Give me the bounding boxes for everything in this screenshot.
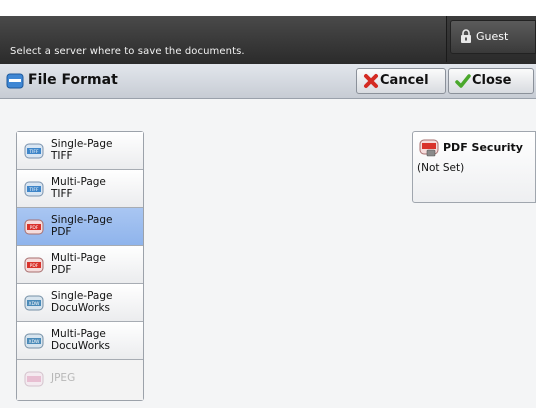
green-check-icon (455, 74, 471, 88)
cancel-label: Cancel (380, 73, 429, 88)
pdf-icon: PDF (24, 219, 44, 235)
format-multi-page-docuworks[interactable]: XDW Multi-Page DocuWorks (17, 322, 143, 360)
guest-label: Guest (476, 30, 509, 43)
jpeg-icon (24, 371, 44, 387)
pdf-icon: PDF (24, 257, 44, 273)
svg-text:PDF: PDF (30, 263, 39, 269)
close-label: Close (472, 73, 512, 88)
docuworks-icon: XDW (24, 333, 44, 349)
format-label: Single-Page TIFF (51, 138, 113, 162)
lock-user-icon (461, 29, 471, 43)
docuworks-icon: XDW (24, 295, 44, 311)
file-format-icon (6, 73, 24, 89)
pdf-security-button[interactable]: PDF Security (Not Set) (412, 131, 536, 203)
svg-text:TIFF: TIFF (28, 187, 39, 193)
red-x-icon (364, 74, 378, 88)
format-label: Single-Page PDF (51, 214, 113, 238)
tiff-icon: TIFF (24, 143, 44, 159)
format-label: Single-Page DocuWorks (51, 290, 113, 314)
title-bar: File Format Cancel Close (0, 64, 536, 99)
format-single-page-pdf[interactable]: PDF Single-Page PDF (17, 208, 143, 246)
file-format-list: TIFF Single-Page TIFF TIFF Multi-Page TI… (16, 131, 144, 401)
svg-text:TIFF: TIFF (28, 149, 39, 155)
main-panel: TIFF Single-Page TIFF TIFF Multi-Page TI… (0, 99, 536, 408)
svg-text:PDF: PDF (30, 225, 39, 231)
page-title: File Format (28, 72, 118, 88)
format-multi-page-pdf[interactable]: PDF Multi-Page PDF (17, 246, 143, 284)
format-single-page-docuworks[interactable]: XDW Single-Page DocuWorks (17, 284, 143, 322)
pdf-security-value: (Not Set) (417, 162, 465, 174)
message-bar: Select a server where to save the docume… (0, 0, 536, 64)
message-panel: Select a server where to save the docume… (0, 16, 447, 62)
format-label: Multi-Page DocuWorks (51, 328, 110, 352)
pdf-security-title: PDF Security (443, 141, 523, 154)
svg-text:XDW: XDW (29, 339, 41, 345)
cancel-button[interactable]: Cancel (356, 68, 446, 94)
guest-login-button[interactable]: Guest (450, 20, 536, 54)
format-multi-page-tiff[interactable]: TIFF Multi-Page TIFF (17, 170, 143, 208)
pdf-security-icon (419, 139, 439, 157)
format-jpeg: JPEG (17, 360, 143, 400)
close-button[interactable]: Close (448, 68, 534, 94)
format-single-page-tiff[interactable]: TIFF Single-Page TIFF (17, 132, 143, 170)
status-message: Select a server where to save the docume… (10, 46, 245, 57)
format-label: Multi-Page PDF (51, 252, 106, 276)
svg-text:XDW: XDW (29, 301, 41, 307)
format-label: Multi-Page TIFF (51, 176, 106, 200)
tiff-icon: TIFF (24, 181, 44, 197)
format-label: JPEG (51, 372, 76, 384)
